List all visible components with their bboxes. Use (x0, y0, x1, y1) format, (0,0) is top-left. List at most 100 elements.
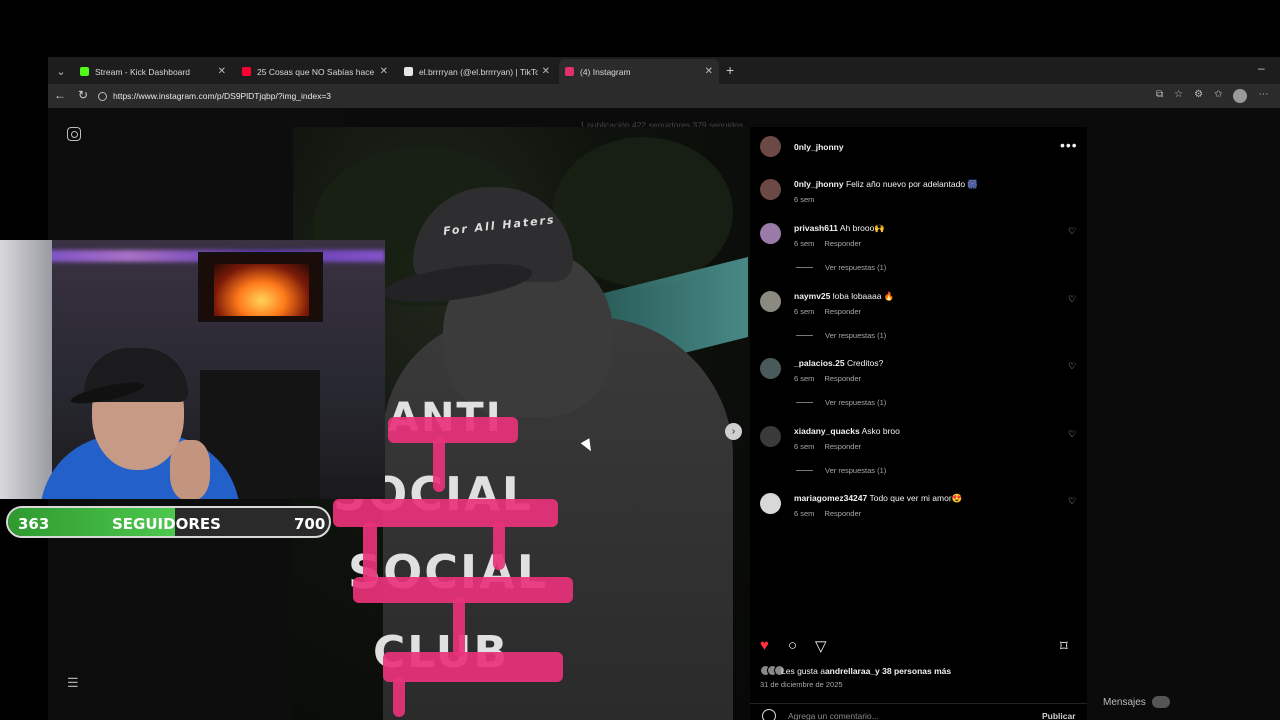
view-replies-link[interactable]: Ver respuestas (1) (796, 331, 886, 340)
tab-close-icon[interactable]: ✕ (380, 66, 388, 77)
minimize-window-icon[interactable]: – (1258, 61, 1265, 75)
new-tab-button[interactable]: + (726, 62, 734, 78)
commenter-avatar[interactable] (760, 179, 781, 200)
author-handle[interactable]: 0nly_jhonny (794, 142, 844, 152)
youtube-favicon-icon (242, 67, 251, 76)
tab-youtube-video[interactable]: 25 Cosas que NO Sabías hace 5 m ✕ (236, 59, 394, 84)
comment-like-heart-icon[interactable]: ♡ (1068, 496, 1076, 507)
fireplace-video (214, 264, 309, 316)
tab-close-icon[interactable]: ✕ (705, 66, 713, 77)
tab-kick-dashboard[interactable]: Stream - Kick Dashboard ✕ (74, 59, 232, 84)
reply-link[interactable]: Responder (824, 442, 861, 451)
publish-button[interactable]: Publicar (1042, 711, 1076, 720)
comment-like-heart-icon[interactable]: ♡ (1068, 226, 1076, 237)
likes-prefix: Les gusta a (781, 665, 825, 676)
likes-suffix: y 38 personas más (875, 665, 952, 676)
post-date: 31 de diciembre de 2025 (760, 680, 843, 689)
more-menu-icon[interactable]: ⋯ (1258, 89, 1268, 103)
back-arrow-icon[interactable]: ← (54, 88, 66, 102)
comment-line: 0nly_jhonny Feliz año nuevo por adelanta… (794, 179, 978, 190)
commenter-avatar[interactable] (760, 223, 781, 244)
door (0, 240, 52, 499)
tab-close-icon[interactable]: ✕ (218, 66, 226, 77)
comment-user[interactable]: xiadany_quacks (794, 426, 860, 436)
favorite-star-icon[interactable]: ☆ (1174, 89, 1183, 103)
tab-instagram[interactable]: (4) Instagram ✕ (559, 59, 719, 84)
comment-time: 6 sem (794, 374, 815, 383)
follower-label: SEGUIDORES (112, 515, 221, 533)
pink-drip (393, 677, 405, 717)
reload-icon[interactable]: ↻ (78, 88, 88, 102)
comment-time: 6 sem (794, 195, 815, 204)
comment-meta: 6 sem Responder (794, 239, 871, 248)
comment-like-heart-icon[interactable]: ♡ (1068, 294, 1076, 305)
comment-user[interactable]: _palacios.25 (794, 358, 845, 368)
commenter-avatar[interactable] (760, 358, 781, 379)
comment-time: 6 sem (794, 307, 815, 316)
url-field[interactable]: https://www.instagram.com/p/DS9PlDTjqbp/… (98, 87, 1098, 105)
instagram-favicon-icon (565, 67, 574, 76)
next-image-arrow-icon[interactable]: › (725, 423, 742, 440)
comment-line: _palacios.25 Creditos? (794, 358, 883, 368)
instagram-logo-icon[interactable] (67, 127, 81, 141)
reply-link[interactable]: Responder (824, 239, 861, 248)
comment-time: 6 sem (794, 509, 815, 518)
comment-text: Asko broo (861, 426, 900, 436)
comment-like-heart-icon[interactable]: ♡ (1068, 429, 1076, 440)
comment-meta: 6 sem Responder (794, 442, 871, 451)
profile-avatar[interactable] (1233, 89, 1248, 103)
tab-close-icon[interactable]: ✕ (542, 66, 550, 77)
streamer-hand (170, 440, 210, 499)
likes-summary[interactable]: Les gusta a andrellaraa_ y 38 personas m… (760, 665, 951, 676)
pink-drip (433, 437, 445, 492)
comment-user[interactable]: naymv25 (794, 291, 830, 301)
tab-tiktok[interactable]: el.brrrryan (@el.brrrryan) | TikTok ✕ (398, 59, 556, 84)
comment-line: privash611 Ah brooo🙌 (794, 223, 885, 234)
comment-text: Feliz año nuevo por adelantado 🎆 (845, 179, 979, 189)
led-strip (0, 250, 385, 262)
post-options-icon[interactable]: ••• (1060, 137, 1078, 153)
comment-input[interactable]: Agrega un comentario... (788, 711, 879, 720)
commenter-avatar[interactable] (760, 493, 781, 514)
reply-link[interactable]: Responder (824, 374, 861, 383)
like-heart-icon[interactable]: ♥ (760, 637, 769, 654)
tab-actions-chevron-icon[interactable]: ⌄ (50, 62, 72, 80)
reply-link[interactable]: Responder (824, 509, 861, 518)
open-in-app-icon[interactable]: ⧉ (1156, 89, 1163, 103)
reply-link[interactable]: Responder (824, 307, 861, 316)
comment-user[interactable]: 0nly_jhonny (794, 179, 844, 189)
likes-user[interactable]: andrellaraa_ (825, 666, 875, 676)
hamburger-menu-icon[interactable]: ☰ (67, 675, 79, 691)
comment-user[interactable]: privash611 (794, 223, 838, 233)
follower-count: 363 (18, 515, 50, 533)
view-replies-link[interactable]: Ver respuestas (1) (796, 466, 886, 475)
toolbar-icons: ⧉ ☆ ⚙ ✩ ⋯ (1156, 89, 1268, 103)
view-replies-text: Ver respuestas (1) (825, 331, 887, 340)
messages-avatars (1151, 696, 1170, 708)
commenter-avatar[interactable] (760, 426, 781, 447)
comment-text: loba lobaaaa 🔥 (832, 291, 895, 301)
follower-goal-bar: 363 SEGUIDORES 700 (6, 506, 331, 538)
view-replies-text: Ver respuestas (1) (825, 466, 887, 475)
share-send-icon[interactable]: ▽ (815, 637, 827, 655)
save-bookmark-icon[interactable]: ⌑ (1060, 637, 1068, 655)
view-replies-link[interactable]: Ver respuestas (1) (796, 263, 886, 272)
comment-line: naymv25 loba lobaaaa 🔥 (794, 291, 894, 302)
view-replies-link[interactable]: Ver respuestas (1) (796, 398, 886, 407)
emoji-picker-icon[interactable] (762, 709, 776, 720)
comment-text: Ah brooo🙌 (839, 223, 885, 233)
messages-button[interactable]: Mensajes (1103, 696, 1170, 708)
tab-bar: ⌄ Stream - Kick Dashboard ✕ 25 Cosas que… (48, 57, 1280, 84)
comment-user[interactable]: mariagomez34247 (794, 493, 867, 503)
commenter-avatar[interactable] (760, 291, 781, 312)
comment-bubble-icon[interactable]: ○ (788, 637, 797, 654)
extensions-icon[interactable]: ⚙ (1194, 89, 1203, 103)
url-text: https://www.instagram.com/p/DS9PlDTjqbp/… (113, 91, 332, 101)
tab-title: Stream - Kick Dashboard (95, 66, 190, 77)
comment-like-heart-icon[interactable]: ♡ (1068, 361, 1076, 372)
author-avatar[interactable] (760, 136, 781, 157)
site-info-icon[interactable] (98, 91, 107, 101)
tiktok-favicon-icon (404, 67, 413, 76)
comment-time: 6 sem (794, 239, 815, 248)
favorites-icon[interactable]: ✩ (1214, 89, 1222, 103)
